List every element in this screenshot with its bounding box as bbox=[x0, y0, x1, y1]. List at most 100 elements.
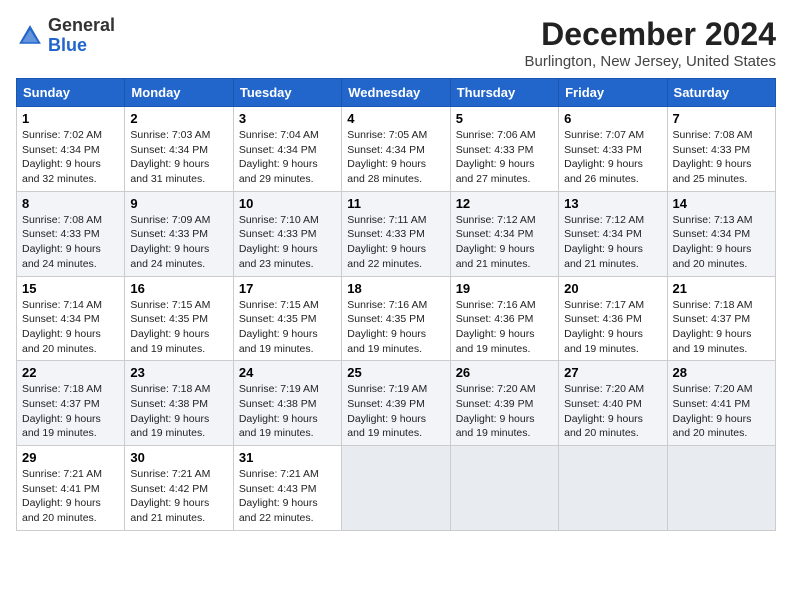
day-number: 4 bbox=[347, 111, 444, 126]
header: General Blue December 2024 Burlington, N… bbox=[16, 16, 776, 70]
calendar-week-row: 15 Sunrise: 7:14 AMSunset: 4:34 PMDayligh… bbox=[17, 276, 776, 361]
calendar-cell: 24 Sunrise: 7:19 AMSunset: 4:38 PMDayligh… bbox=[233, 361, 341, 446]
calendar-cell: 11Sunrise: 7:11 AMSunset: 4:33 PMDayligh… bbox=[342, 191, 450, 276]
day-info: Sunrise: 7:04 AMSunset: 4:34 PMDaylight:… bbox=[239, 128, 336, 187]
day-number: 13 bbox=[564, 196, 661, 211]
calendar-cell: 18Sunrise: 7:16 AMSunset: 4:35 PMDayligh… bbox=[342, 276, 450, 361]
day-info: Sunrise: 7:20 AMSunset: 4:41 PMDaylight:… bbox=[673, 382, 770, 441]
day-info: Sunrise: 7:08 AMSunset: 4:33 PMDaylight:… bbox=[22, 213, 119, 272]
calendar-cell: 26Sunrise: 7:20 AMSunset: 4:39 PMDayligh… bbox=[450, 361, 558, 446]
weekday-header-thursday: Thursday bbox=[450, 79, 558, 107]
calendar-cell bbox=[342, 446, 450, 531]
day-number: 29 bbox=[22, 450, 119, 465]
calendar-cell: 28 Sunrise: 7:20 AMSunset: 4:41 PMDayligh… bbox=[667, 361, 775, 446]
calendar-week-row: 1 Sunrise: 7:02 AMSunset: 4:34 PMDaylight… bbox=[17, 107, 776, 192]
logo-icon bbox=[16, 22, 44, 50]
day-number: 6 bbox=[564, 111, 661, 126]
day-number: 14 bbox=[673, 196, 770, 211]
logo-text: General Blue bbox=[48, 16, 115, 56]
day-number: 15 bbox=[22, 281, 119, 296]
day-number: 2 bbox=[130, 111, 227, 126]
day-number: 20 bbox=[564, 281, 661, 296]
weekday-header-saturday: Saturday bbox=[667, 79, 775, 107]
day-number: 16 bbox=[130, 281, 227, 296]
month-title: December 2024 bbox=[524, 16, 776, 53]
day-number: 25 bbox=[347, 365, 444, 380]
day-info: Sunrise: 7:18 AMSunset: 4:38 PMDaylight:… bbox=[130, 382, 227, 441]
logo-blue: Blue bbox=[48, 35, 87, 55]
day-info: Sunrise: 7:17 AMSunset: 4:36 PMDaylight:… bbox=[564, 298, 661, 357]
day-info: Sunrise: 7:20 AMSunset: 4:40 PMDaylight:… bbox=[564, 382, 661, 441]
calendar-cell: 17 Sunrise: 7:15 AMSunset: 4:35 PMDayligh… bbox=[233, 276, 341, 361]
day-info: Sunrise: 7:11 AMSunset: 4:33 PMDaylight:… bbox=[347, 213, 444, 272]
day-info: Sunrise: 7:19 AMSunset: 4:38 PMDaylight:… bbox=[239, 382, 336, 441]
day-info: Sunrise: 7:07 AMSunset: 4:33 PMDaylight:… bbox=[564, 128, 661, 187]
calendar-cell: 23Sunrise: 7:18 AMSunset: 4:38 PMDayligh… bbox=[125, 361, 233, 446]
day-number: 12 bbox=[456, 196, 553, 211]
calendar-week-row: 22Sunrise: 7:18 AMSunset: 4:37 PMDayligh… bbox=[17, 361, 776, 446]
calendar-cell: 9Sunrise: 7:09 AMSunset: 4:33 PMDaylight… bbox=[125, 191, 233, 276]
calendar-week-row: 29 Sunrise: 7:21 AMSunset: 4:41 PMDayligh… bbox=[17, 446, 776, 531]
day-info: Sunrise: 7:03 AMSunset: 4:34 PMDaylight:… bbox=[130, 128, 227, 187]
day-number: 21 bbox=[673, 281, 770, 296]
calendar-cell: 31 Sunrise: 7:21 AMSunset: 4:43 PMDayligh… bbox=[233, 446, 341, 531]
weekday-header-monday: Monday bbox=[125, 79, 233, 107]
calendar-cell: 10 Sunrise: 7:10 AMSunset: 4:33 PMDayligh… bbox=[233, 191, 341, 276]
day-number: 28 bbox=[673, 365, 770, 380]
day-number: 3 bbox=[239, 111, 336, 126]
day-info: Sunrise: 7:10 AMSunset: 4:33 PMDaylight:… bbox=[239, 213, 336, 272]
calendar-cell: 6 Sunrise: 7:07 AMSunset: 4:33 PMDaylight… bbox=[559, 107, 667, 192]
day-info: Sunrise: 7:16 AMSunset: 4:36 PMDaylight:… bbox=[456, 298, 553, 357]
calendar-cell: 1 Sunrise: 7:02 AMSunset: 4:34 PMDaylight… bbox=[17, 107, 125, 192]
day-number: 19 bbox=[456, 281, 553, 296]
calendar-cell: 25 Sunrise: 7:19 AMSunset: 4:39 PMDayligh… bbox=[342, 361, 450, 446]
logo: General Blue bbox=[16, 16, 115, 56]
day-number: 18 bbox=[347, 281, 444, 296]
calendar-cell: 19 Sunrise: 7:16 AMSunset: 4:36 PMDayligh… bbox=[450, 276, 558, 361]
day-info: Sunrise: 7:05 AMSunset: 4:34 PMDaylight:… bbox=[347, 128, 444, 187]
day-info: Sunrise: 7:15 AMSunset: 4:35 PMDaylight:… bbox=[239, 298, 336, 357]
day-number: 8 bbox=[22, 196, 119, 211]
calendar-cell bbox=[450, 446, 558, 531]
day-info: Sunrise: 7:19 AMSunset: 4:39 PMDaylight:… bbox=[347, 382, 444, 441]
location-subtitle: Burlington, New Jersey, United States bbox=[524, 53, 776, 70]
calendar-cell: 3 Sunrise: 7:04 AMSunset: 4:34 PMDaylight… bbox=[233, 107, 341, 192]
calendar-cell: 2 Sunrise: 7:03 AMSunset: 4:34 PMDaylight… bbox=[125, 107, 233, 192]
day-info: Sunrise: 7:12 AMSunset: 4:34 PMDaylight:… bbox=[456, 213, 553, 272]
day-number: 31 bbox=[239, 450, 336, 465]
calendar-cell: 13 Sunrise: 7:12 AMSunset: 4:34 PMDayligh… bbox=[559, 191, 667, 276]
title-area: December 2024 Burlington, New Jersey, Un… bbox=[524, 16, 776, 70]
day-number: 5 bbox=[456, 111, 553, 126]
calendar-cell bbox=[559, 446, 667, 531]
calendar-cell: 4 Sunrise: 7:05 AMSunset: 4:34 PMDaylight… bbox=[342, 107, 450, 192]
day-number: 17 bbox=[239, 281, 336, 296]
day-number: 1 bbox=[22, 111, 119, 126]
day-number: 30 bbox=[130, 450, 227, 465]
day-number: 7 bbox=[673, 111, 770, 126]
weekday-header-friday: Friday bbox=[559, 79, 667, 107]
calendar-cell: 5 Sunrise: 7:06 AMSunset: 4:33 PMDaylight… bbox=[450, 107, 558, 192]
weekday-header-row: SundayMondayTuesdayWednesdayThursdayFrid… bbox=[17, 79, 776, 107]
day-info: Sunrise: 7:21 AMSunset: 4:43 PMDaylight:… bbox=[239, 467, 336, 526]
calendar-cell: 16Sunrise: 7:15 AMSunset: 4:35 PMDayligh… bbox=[125, 276, 233, 361]
day-info: Sunrise: 7:21 AMSunset: 4:41 PMDaylight:… bbox=[22, 467, 119, 526]
calendar-cell: 30Sunrise: 7:21 AMSunset: 4:42 PMDayligh… bbox=[125, 446, 233, 531]
day-info: Sunrise: 7:14 AMSunset: 4:34 PMDaylight:… bbox=[22, 298, 119, 357]
day-info: Sunrise: 7:02 AMSunset: 4:34 PMDaylight:… bbox=[22, 128, 119, 187]
calendar-cell: 20 Sunrise: 7:17 AMSunset: 4:36 PMDayligh… bbox=[559, 276, 667, 361]
calendar-week-row: 8 Sunrise: 7:08 AMSunset: 4:33 PMDaylight… bbox=[17, 191, 776, 276]
weekday-header-sunday: Sunday bbox=[17, 79, 125, 107]
day-info: Sunrise: 7:12 AMSunset: 4:34 PMDaylight:… bbox=[564, 213, 661, 272]
day-number: 10 bbox=[239, 196, 336, 211]
calendar-cell: 8 Sunrise: 7:08 AMSunset: 4:33 PMDaylight… bbox=[17, 191, 125, 276]
day-info: Sunrise: 7:08 AMSunset: 4:33 PMDaylight:… bbox=[673, 128, 770, 187]
calendar-cell bbox=[667, 446, 775, 531]
day-number: 24 bbox=[239, 365, 336, 380]
day-info: Sunrise: 7:20 AMSunset: 4:39 PMDaylight:… bbox=[456, 382, 553, 441]
calendar-cell: 15 Sunrise: 7:14 AMSunset: 4:34 PMDayligh… bbox=[17, 276, 125, 361]
day-info: Sunrise: 7:13 AMSunset: 4:34 PMDaylight:… bbox=[673, 213, 770, 272]
day-info: Sunrise: 7:06 AMSunset: 4:33 PMDaylight:… bbox=[456, 128, 553, 187]
calendar-cell: 12 Sunrise: 7:12 AMSunset: 4:34 PMDayligh… bbox=[450, 191, 558, 276]
calendar-cell: 29 Sunrise: 7:21 AMSunset: 4:41 PMDayligh… bbox=[17, 446, 125, 531]
calendar-cell: 21Sunrise: 7:18 AMSunset: 4:37 PMDayligh… bbox=[667, 276, 775, 361]
